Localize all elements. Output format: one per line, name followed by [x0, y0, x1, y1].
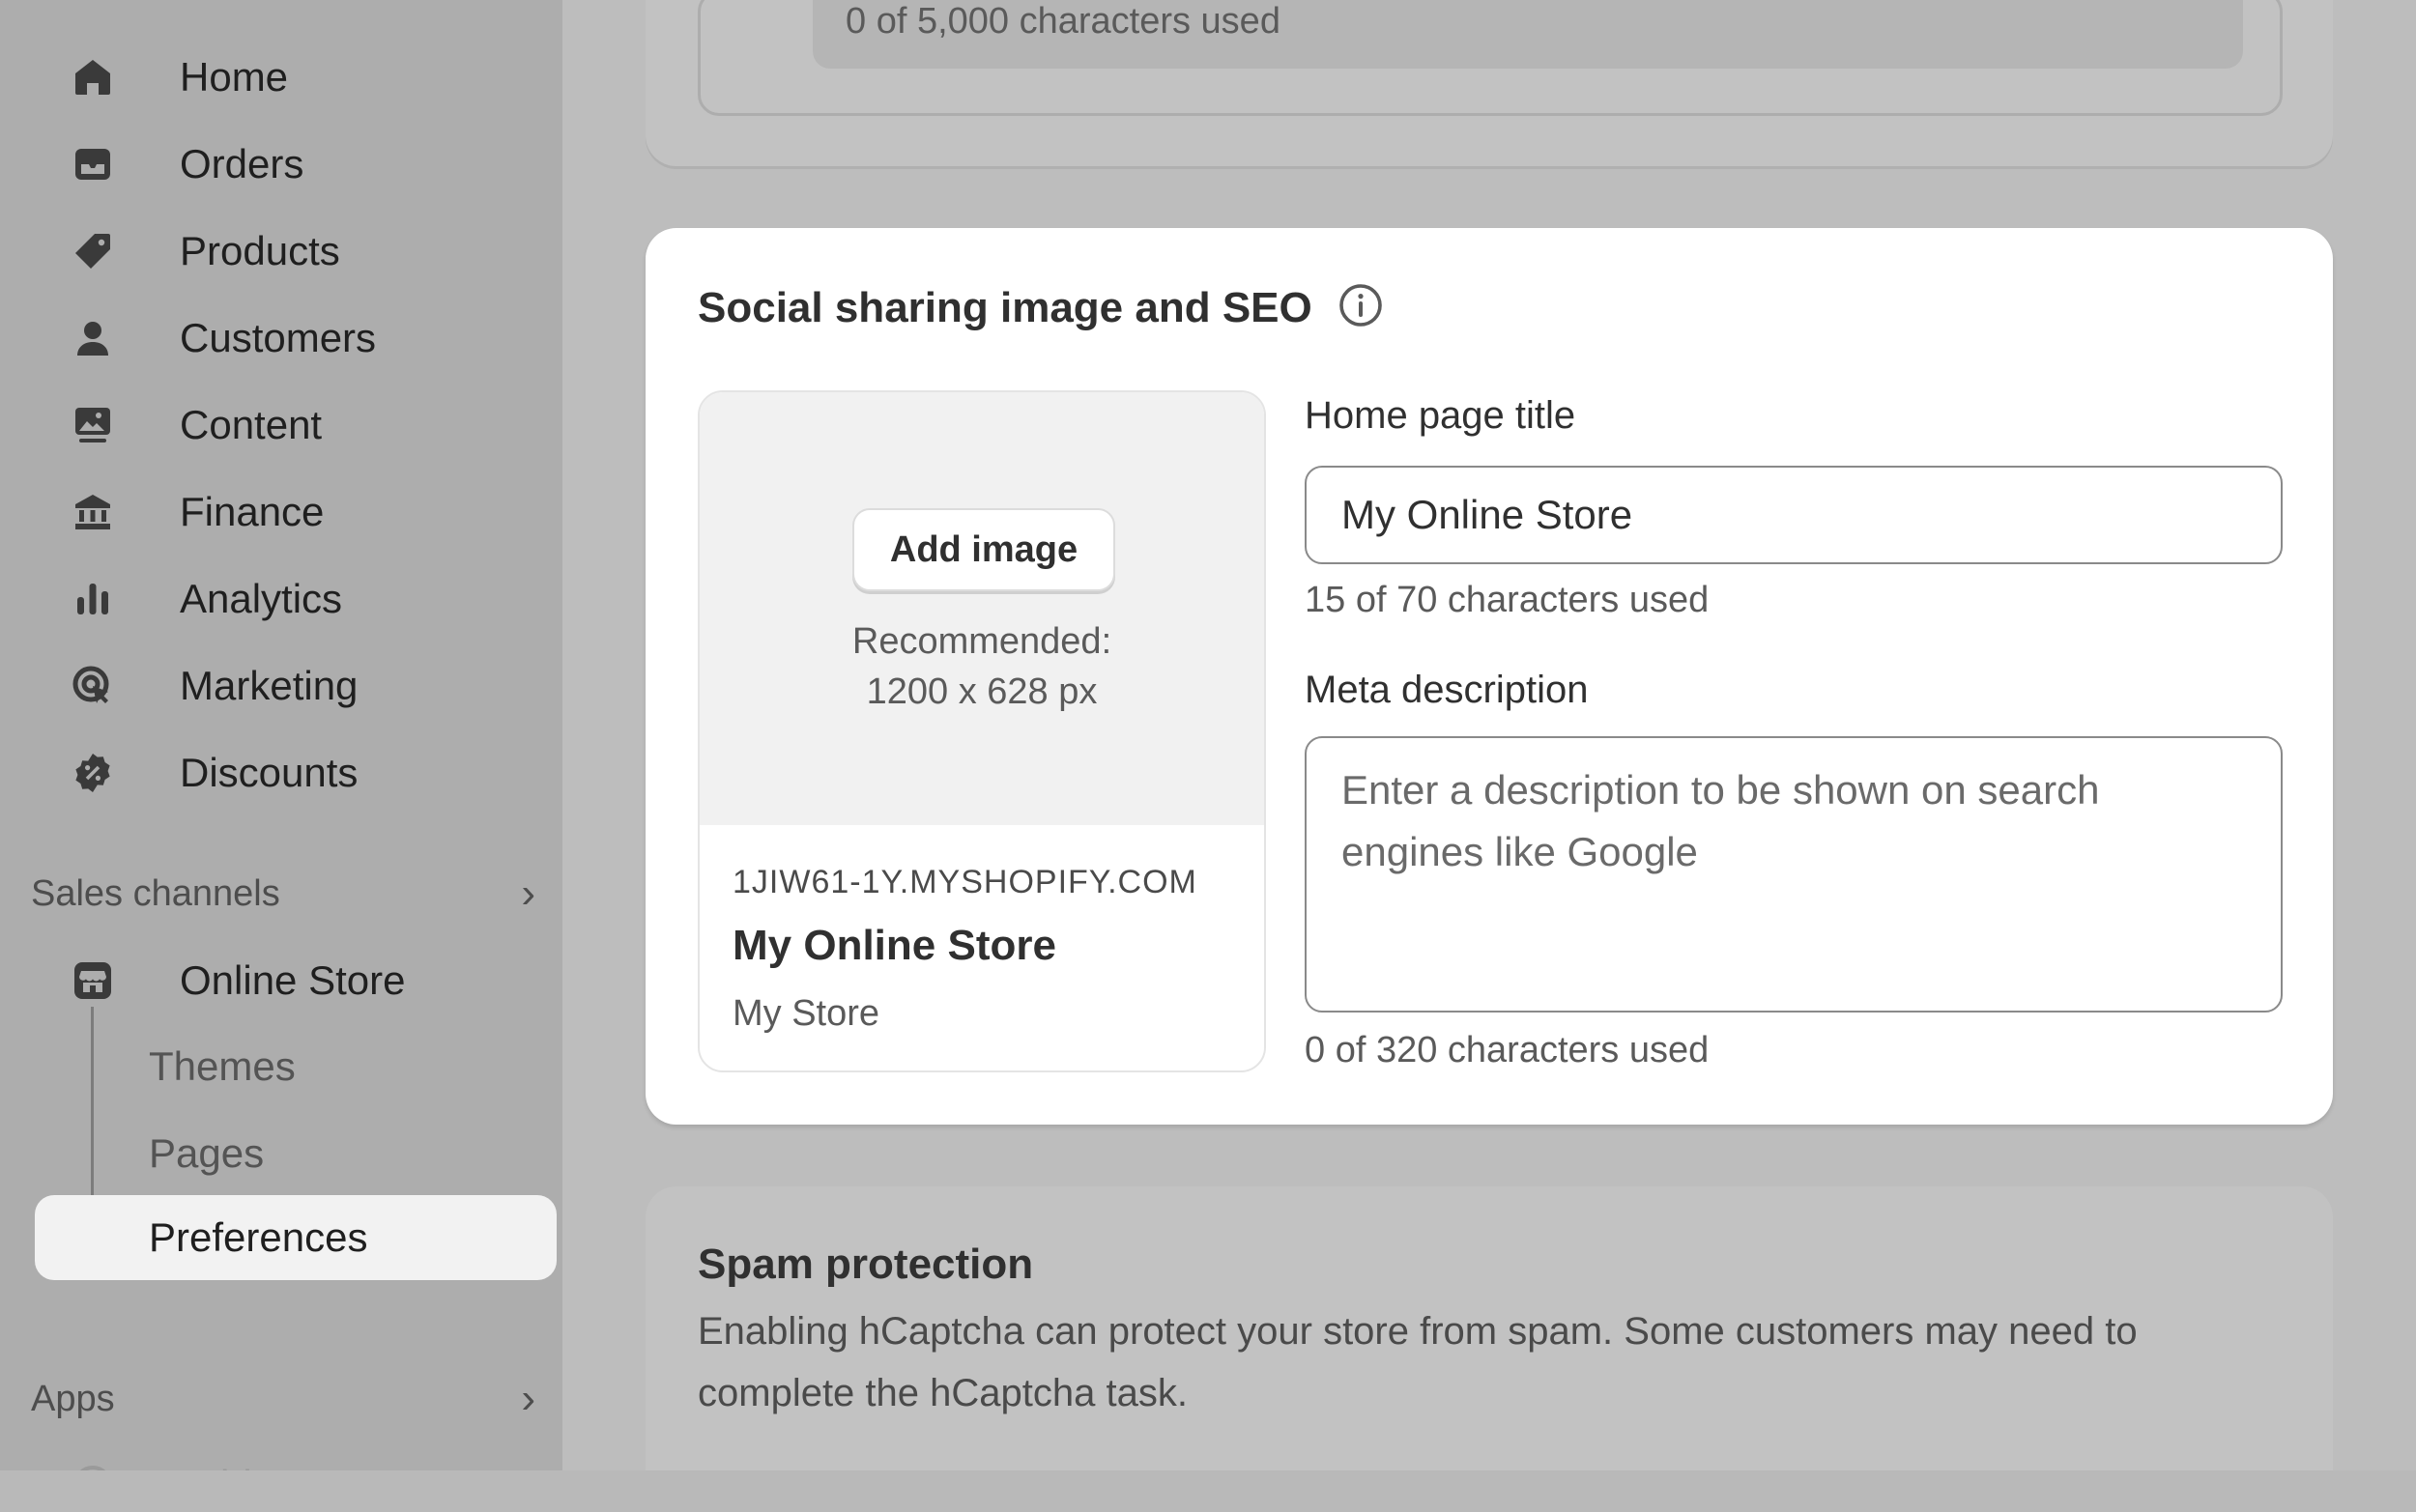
bank-icon [66, 485, 120, 539]
sidebar-subitem-label: Preferences [149, 1214, 368, 1260]
sidebar-subitem-label: Pages [149, 1130, 265, 1176]
home-icon [66, 50, 120, 104]
home-page-title-label: Home page title [1305, 394, 1576, 437]
character-counter: 0 of 5,000 characters used [846, 1, 1280, 42]
preview-title: My Online Store [733, 922, 1056, 969]
sidebar-item-label: Online Store [180, 957, 406, 1003]
add-image-button[interactable]: Add image [852, 508, 1115, 591]
preview-description: My Store [733, 993, 880, 1034]
sidebar-item-label: Content [180, 402, 323, 447]
sidebar-subitem-pages[interactable]: Pages [35, 1111, 557, 1196]
spam-protection-card: Spam protection Enabling hCaptcha can pr… [646, 1186, 2333, 1512]
sidebar-subitem-themes[interactable]: Themes [35, 1024, 557, 1109]
bottom-edge [0, 1470, 2416, 1512]
card-description: Enabling hCaptcha can protect your store… [698, 1310, 2138, 1414]
sidebar-item-home[interactable]: Home [35, 38, 557, 117]
meta-description-textarea[interactable] [1305, 736, 2283, 1013]
sidebar-item-label: Discounts [180, 750, 359, 795]
sidebar-item-label: Customers [180, 315, 377, 360]
sidebar-item-discounts[interactable]: Discounts [35, 733, 557, 813]
chevron-right-icon: › [521, 1375, 535, 1422]
sidebar-item-label: Orders [180, 141, 304, 186]
recommended-label: Recommended: [851, 621, 1112, 662]
preview-domain: 1JIW61-1Y.MYSHOPIFY.COM [733, 864, 1197, 900]
sales-channels-header[interactable]: Sales channels › [31, 865, 553, 923]
sidebar-item-customers[interactable]: Customers [35, 299, 557, 378]
image-icon [66, 398, 120, 452]
image-recommendation: Recommended: 1200 x 628 px [700, 616, 1264, 717]
previous-settings-card: 0 of 5,000 characters used [646, 0, 2333, 166]
person-icon [66, 311, 120, 365]
info-icon[interactable] [1337, 282, 1384, 328]
sidebar: Home Orders Products Customers Content F… [0, 0, 562, 1512]
home-page-title-counter: 15 of 70 characters used [1305, 580, 1710, 620]
home-page-title-input[interactable] [1305, 466, 2283, 564]
sidebar-item-marketing[interactable]: Marketing [35, 646, 557, 726]
sales-channels-label: Sales channels [31, 872, 280, 914]
meta-description-label: Meta description [1305, 669, 1589, 711]
sidebar-item-label: Products [180, 228, 340, 273]
sidebar-item-label: Analytics [180, 576, 343, 621]
card-title: Spam protection [698, 1241, 1034, 1288]
sidebar-item-label: Marketing [180, 663, 359, 708]
sidebar-item-content[interactable]: Content [35, 385, 557, 465]
seo-card: Social sharing image and SEO Add image R… [646, 228, 2333, 1125]
meta-description-counter: 0 of 320 characters used [1305, 1030, 1710, 1070]
sidebar-item-label: Finance [180, 489, 325, 534]
apps-header[interactable]: Apps › [31, 1370, 553, 1428]
sidebar-subitem-preferences[interactable]: Preferences [35, 1195, 557, 1280]
sidebar-item-finance[interactable]: Finance [35, 472, 557, 552]
image-dropzone[interactable]: Add image Recommended: 1200 x 628 px [700, 392, 1264, 825]
sidebar-item-products[interactable]: Products [35, 212, 557, 291]
chevron-right-icon: › [521, 870, 535, 917]
card-title: Social sharing image and SEO [698, 284, 1312, 331]
text-area-box: 0 of 5,000 characters used [698, 0, 2283, 116]
inbox-icon [66, 137, 120, 191]
social-preview: Add image Recommended: 1200 x 628 px 1JI… [698, 390, 1266, 1072]
sidebar-subitem-label: Themes [149, 1043, 296, 1089]
target-icon [66, 659, 120, 713]
sidebar-item-label: Home [180, 54, 289, 100]
sidebar-item-online-store[interactable]: Online Store [35, 941, 557, 1020]
recommended-size: 1200 x 628 px [866, 671, 1098, 712]
sidebar-item-orders[interactable]: Orders [35, 125, 557, 204]
bar-chart-icon [66, 572, 120, 626]
sidebar-item-analytics[interactable]: Analytics [35, 559, 557, 639]
discount-icon [66, 746, 120, 800]
store-icon [66, 954, 120, 1008]
tag-icon [66, 224, 120, 278]
apps-label: Apps [31, 1378, 115, 1419]
